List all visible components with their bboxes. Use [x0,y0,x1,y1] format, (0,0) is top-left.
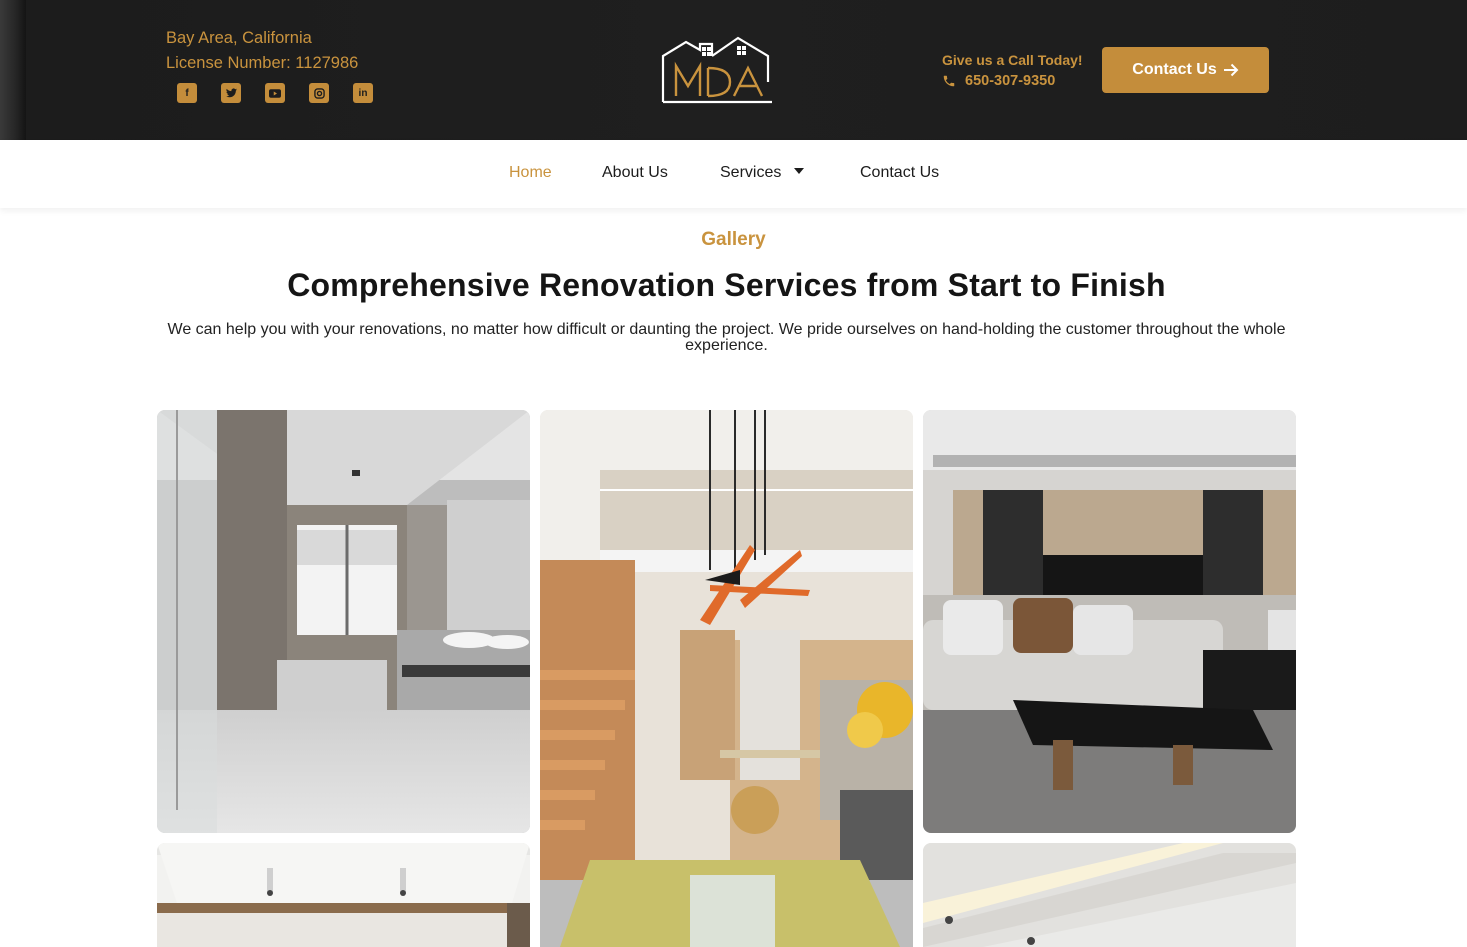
gallery-image-bathroom[interactable] [157,410,530,833]
gallery-image-living-room[interactable] [923,410,1296,833]
caret-down-icon[interactable] [794,167,805,174]
contact-us-button[interactable]: Contact Us [1102,47,1269,93]
social-links: f in [177,83,373,103]
arrow-right-icon [1223,63,1239,77]
section-description: We can help you with your renovations, n… [167,321,1286,354]
twitter-icon[interactable] [221,83,241,103]
call-label: Give us a Call Today! [942,52,1083,68]
location-text: Bay Area, California [166,29,312,47]
nav-contact-us[interactable]: Contact Us [860,164,939,182]
section-title: Comprehensive Renovation Services from S… [287,267,1166,303]
nav-home[interactable]: Home [509,164,552,182]
youtube-icon[interactable] [265,83,285,103]
facebook-icon[interactable]: f [177,83,197,103]
section-eyebrow: Gallery [701,229,766,250]
phone-icon [943,75,955,87]
nav-about-us[interactable]: About Us [602,164,668,182]
nav-services-label: Services [720,164,782,181]
nav-services[interactable]: Services [720,164,805,182]
phone-number: 650-307-9350 [965,73,1056,89]
mda-logo[interactable] [660,34,774,106]
top-bar-edge [0,0,26,140]
gallery-image-ceiling-light[interactable] [923,843,1296,947]
instagram-icon[interactable] [309,83,329,103]
gallery-image-loft-living[interactable] [540,410,913,947]
linkedin-icon[interactable]: in [353,83,373,103]
company-info: Bay Area, California License Number: 112… [166,26,358,76]
contact-us-button-label: Contact Us [1132,61,1217,78]
top-bar: Bay Area, California License Number: 112… [0,0,1467,140]
main-nav: Home About Us Services Contact Us [0,140,1467,208]
call-block: Give us a Call Today! 650-307-9350 [942,51,1083,93]
phone-link[interactable]: 650-307-9350 [942,69,1083,93]
license-text: License Number: 1127986 [166,54,359,72]
gallery-image-room-ceiling[interactable] [157,843,530,947]
